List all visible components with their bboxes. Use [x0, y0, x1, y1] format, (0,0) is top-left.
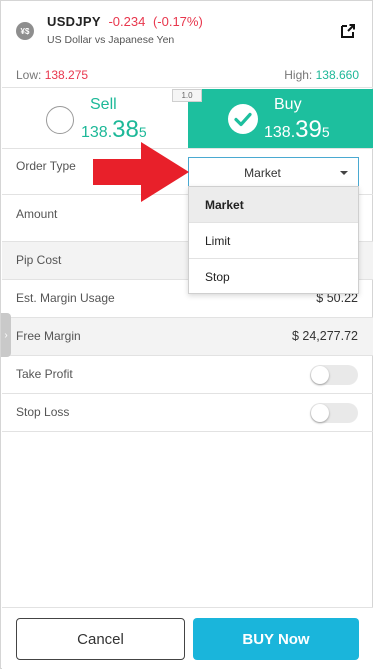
price-change: -0.234 [108, 14, 146, 29]
buy-button[interactable]: Buy 138.395 [188, 89, 373, 148]
order-ticket-panel: ¥$ USDJPY -0.234 (-0.17%) US Dollar vs J… [0, 0, 373, 669]
take-profit-label: Take Profit [16, 367, 73, 381]
stop-loss-label: Stop Loss [16, 405, 70, 419]
order-actions: Cancel BUY Now [2, 607, 373, 669]
free-margin-value: $ 24,277.72 [291, 329, 358, 343]
radio-unchecked-icon [46, 106, 74, 134]
free-margin-label: Free Margin [16, 329, 81, 343]
chevron-right-icon: › [4, 329, 8, 341]
order-type-option-limit[interactable]: Limit [189, 223, 358, 259]
price-change-percent: (-0.17%) [152, 14, 203, 29]
currency-icon: ¥$ [16, 22, 34, 40]
buy-label: Buy [274, 96, 302, 113]
symbol-description: US Dollar vs Japanese Yen [47, 34, 175, 46]
stop-loss-row: Stop Loss [2, 394, 373, 432]
free-margin-row: Free Margin $ 24,277.72 [2, 318, 373, 356]
toggle-knob [311, 404, 329, 422]
take-profit-toggle[interactable] [310, 365, 358, 385]
buy-price-pip: 5 [321, 124, 330, 140]
sell-label: Sell [90, 96, 117, 113]
order-type-option-stop[interactable]: Stop [189, 259, 358, 295]
order-type-menu: Market Limit Stop [188, 186, 359, 294]
caret-down-icon [340, 171, 348, 175]
order-type-label: Order Type [16, 159, 76, 173]
low-value: 138.275 [44, 68, 89, 82]
sell-price: 138.385 [81, 116, 147, 144]
high-value: 138.660 [315, 68, 359, 82]
sell-button[interactable]: Sell 138.385 [2, 89, 188, 148]
buy-now-button[interactable]: BUY Now [193, 618, 359, 660]
high-label: High: [284, 68, 313, 82]
red-arrow-annotation-icon [93, 142, 189, 205]
cancel-button[interactable]: Cancel [16, 618, 185, 660]
spread-badge: 1.0 [172, 89, 202, 102]
amount-label: Amount [16, 207, 58, 221]
symbol-row: USDJPY -0.234 (-0.17%) [47, 14, 203, 29]
external-link-icon[interactable] [339, 22, 357, 40]
sell-price-main: 138. [81, 124, 113, 141]
checkmark-circle-icon [228, 104, 258, 134]
buy-price-big: 39 [295, 116, 322, 143]
order-type-selected: Market [244, 166, 281, 180]
low-label: Low: [16, 68, 42, 82]
daily-high: High: 138.660 [284, 68, 359, 82]
sell-price-big: 38 [112, 116, 139, 143]
buy-price-main: 138. [264, 124, 296, 141]
stop-loss-toggle[interactable] [310, 403, 358, 423]
buy-price: 138.395 [264, 116, 330, 144]
order-type-option-market[interactable]: Market [189, 187, 358, 223]
order-type-select[interactable]: Market [188, 157, 359, 187]
symbol-name: USDJPY [47, 14, 101, 29]
est-margin-label: Est. Margin Usage [16, 291, 115, 305]
instrument-header: ¥$ USDJPY -0.234 (-0.17%) US Dollar vs J… [2, 2, 373, 88]
pip-cost-label: Pip Cost [16, 253, 62, 267]
take-profit-row: Take Profit [2, 356, 373, 394]
sell-price-pip: 5 [138, 124, 147, 140]
side-panel-handle[interactable]: › [1, 313, 11, 357]
toggle-knob [311, 366, 329, 384]
daily-low: Low: 138.275 [16, 68, 88, 82]
